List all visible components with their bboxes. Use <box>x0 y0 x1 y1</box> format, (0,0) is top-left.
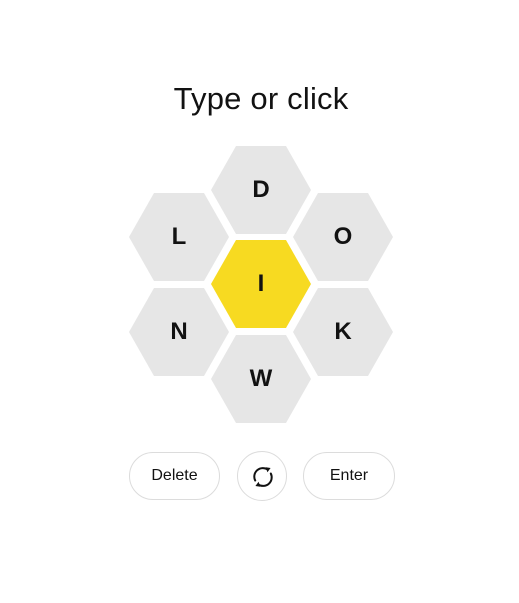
delete-button[interactable]: Delete <box>129 452 220 500</box>
hive-center-letter: I <box>257 270 265 297</box>
enter-button[interactable]: Enter <box>303 452 395 500</box>
shuffle-icon <box>253 467 273 487</box>
letter-hive: D O K W N L I <box>0 0 519 603</box>
hive-cell-center[interactable]: I <box>211 240 311 328</box>
shuffle-button[interactable] <box>237 451 287 501</box>
